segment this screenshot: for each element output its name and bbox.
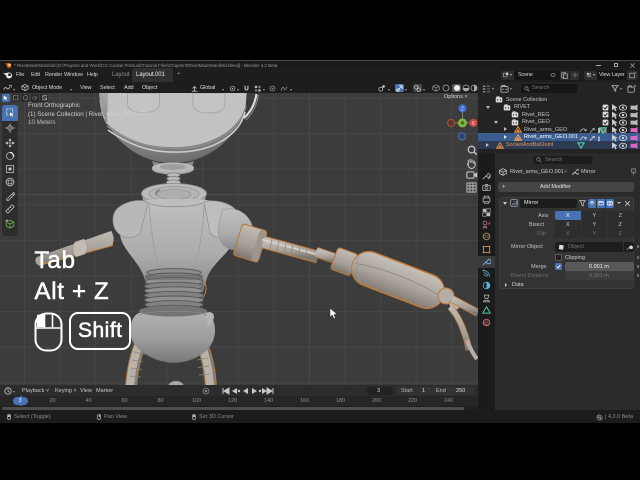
svg-text:X: X	[472, 121, 476, 127]
